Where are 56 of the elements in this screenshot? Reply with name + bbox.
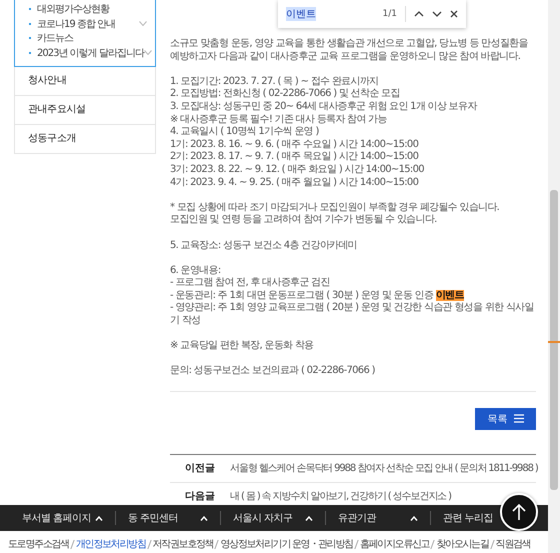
scrollbar[interactable]	[548, 0, 560, 553]
footer-menu-item[interactable]: 부서별 홈페이지	[22, 511, 92, 525]
find-input[interactable]: 이벤트	[286, 7, 316, 21]
post-link[interactable]: 내 ( 몸 ) 속 지방수치 알아보기, 건강하기 ( 성수보건지소 )	[230, 489, 451, 504]
body-text: 모집인원 및 연령 등을 고려하여 참여 기수가 변동될 수 있습니다.	[170, 214, 438, 227]
body-text: 1. 모집기간: 2023. 7. 27. ( 목 ) ~ 접수 완료시까지	[170, 76, 380, 88]
body-text: 6. 운영내용:	[170, 264, 222, 278]
close-icon[interactable]	[450, 10, 458, 18]
footer-link[interactable]: 홈페이지오류신고	[360, 537, 430, 551]
nav-label: 이전글	[184, 462, 216, 476]
body-text: - 영양관리: 주 1회 영양 교육프로그램 ( 20분 ) 운영 및 건강한 식습관 형성을 위한 식사일기 작성	[170, 302, 535, 328]
footer-link[interactable]: 개인정보처리방침	[76, 537, 146, 551]
post-link[interactable]: 서울형 헬스케어 손목닥터 9988 참여자 선착순 모집 안내 ( 문의처 1811-9988 )	[230, 461, 538, 476]
submenu-link[interactable]: 카드뉴스	[37, 31, 147, 46]
footer-menu-item[interactable]: 동 주민센터	[128, 511, 178, 525]
body-text: 3. 모집대상: 성동구민 중 20~ 64세 대사증후군 위험 요인 1개 이상 보유자	[170, 100, 478, 114]
next-match-icon[interactable]	[432, 11, 442, 17]
submenu-link[interactable]: 대외평가수상현황	[37, 2, 147, 16]
body-text: 4. 교육일시 ( 10명씩 1기수씩 운영 )	[170, 126, 320, 139]
footer-link[interactable]: 직원검색	[496, 537, 530, 551]
menu-icon	[514, 414, 524, 424]
body-text: 3기: 2023. 8. 22. ~ 9. 12. ( 매주 화요일 ) 시간 14:00~15:00	[170, 164, 425, 177]
footer-link[interactable]: 도로명주소검색	[8, 537, 69, 551]
caret-up-icon[interactable]	[200, 516, 208, 520]
scroll-to-top-button[interactable]	[500, 493, 538, 531]
sidebar-menu-item[interactable]: 청사안내	[14, 67, 156, 96]
nav-label: 다음글	[184, 490, 216, 504]
body-text: ※ 대사증후군 등록 필수! 기존 대사 등록자 참여 가능	[170, 114, 388, 126]
body-text: 2. 모집방법: 전화신청 ( 02-2286-7066 ) 및 선착순 모집	[170, 88, 401, 101]
sidebar-menu-item[interactable]: 성동구소개	[14, 125, 156, 154]
body-text: 2기: 2023. 8. 17. ~ 9. 7. ( 매주 목요일 ) 시간 14:00~15:00	[170, 151, 420, 164]
sidebar-menu-item[interactable]: 관내주요시설	[14, 96, 156, 125]
body-text: 4기: 2023. 9. 4. ~ 9. 25. ( 매주 월요일 ) 시간 14:00~15:00	[170, 176, 420, 190]
body-text: 문의: 성동구보건소 보건의료과 ( 02-2286-7066 )	[170, 365, 376, 378]
body-text: 소규모 맞춤형 운동, 영양 교육을 통한 생활습관 개선으로 고혈압, 당뇨병 등 만성질환을 예방하고자 다음과 같이 대사증후군 교육 프로그램을 운영하오니 많은 참여 바랍니다.	[170, 38, 529, 64]
body-text: * 모집 상황에 따라 조기 마감되거나 모집인원이 부족할 경우 폐강될수 있습니다.	[170, 202, 500, 214]
footer-link[interactable]: 찾아오시는길	[436, 537, 489, 551]
body-text: 1기: 2023. 8. 16. ~ 9. 6. ( 매주 수요일 ) 시간 14:00~15:00	[170, 138, 420, 151]
footer-link[interactable]: 저작권보호정책	[152, 537, 214, 551]
caret-up-icon[interactable]	[410, 516, 418, 520]
caret-up-icon[interactable]	[95, 516, 103, 520]
body-text: 5. 교육장소: 성동구 보건소 4층 건강아카데미	[170, 240, 358, 252]
list-button[interactable]: 목록	[475, 408, 536, 430]
body-text: ※ 교육당일 편한 복장, 운동화 착용	[170, 340, 314, 353]
footer-menu-item[interactable]: 관련 누리집	[443, 511, 494, 525]
submenu-link[interactable]: 코로나19 종합 안내	[37, 16, 139, 31]
previous-match-icon[interactable]	[414, 11, 424, 17]
footer-menu-item[interactable]: 서울시 자치구	[233, 511, 293, 525]
match-count: 1/1	[382, 9, 397, 19]
body-text: - 프로그램 참여 전, 후 대사증후군 검진	[170, 277, 331, 290]
body-text: - 운동관리: 주 1회 대면 운동프로그램 ( 30분 ) 운영 및 운동 인증 이벤트	[170, 290, 465, 302]
caret-up-icon[interactable]	[305, 516, 313, 520]
arrow-up-icon	[511, 503, 527, 521]
footer-menu-item[interactable]: 유관기관	[338, 511, 376, 525]
submenu-link[interactable]: 2023년 이렇게 달라집니다	[37, 46, 144, 60]
footer-link[interactable]: 영상정보처리기기 운영・관리방침	[220, 537, 353, 551]
